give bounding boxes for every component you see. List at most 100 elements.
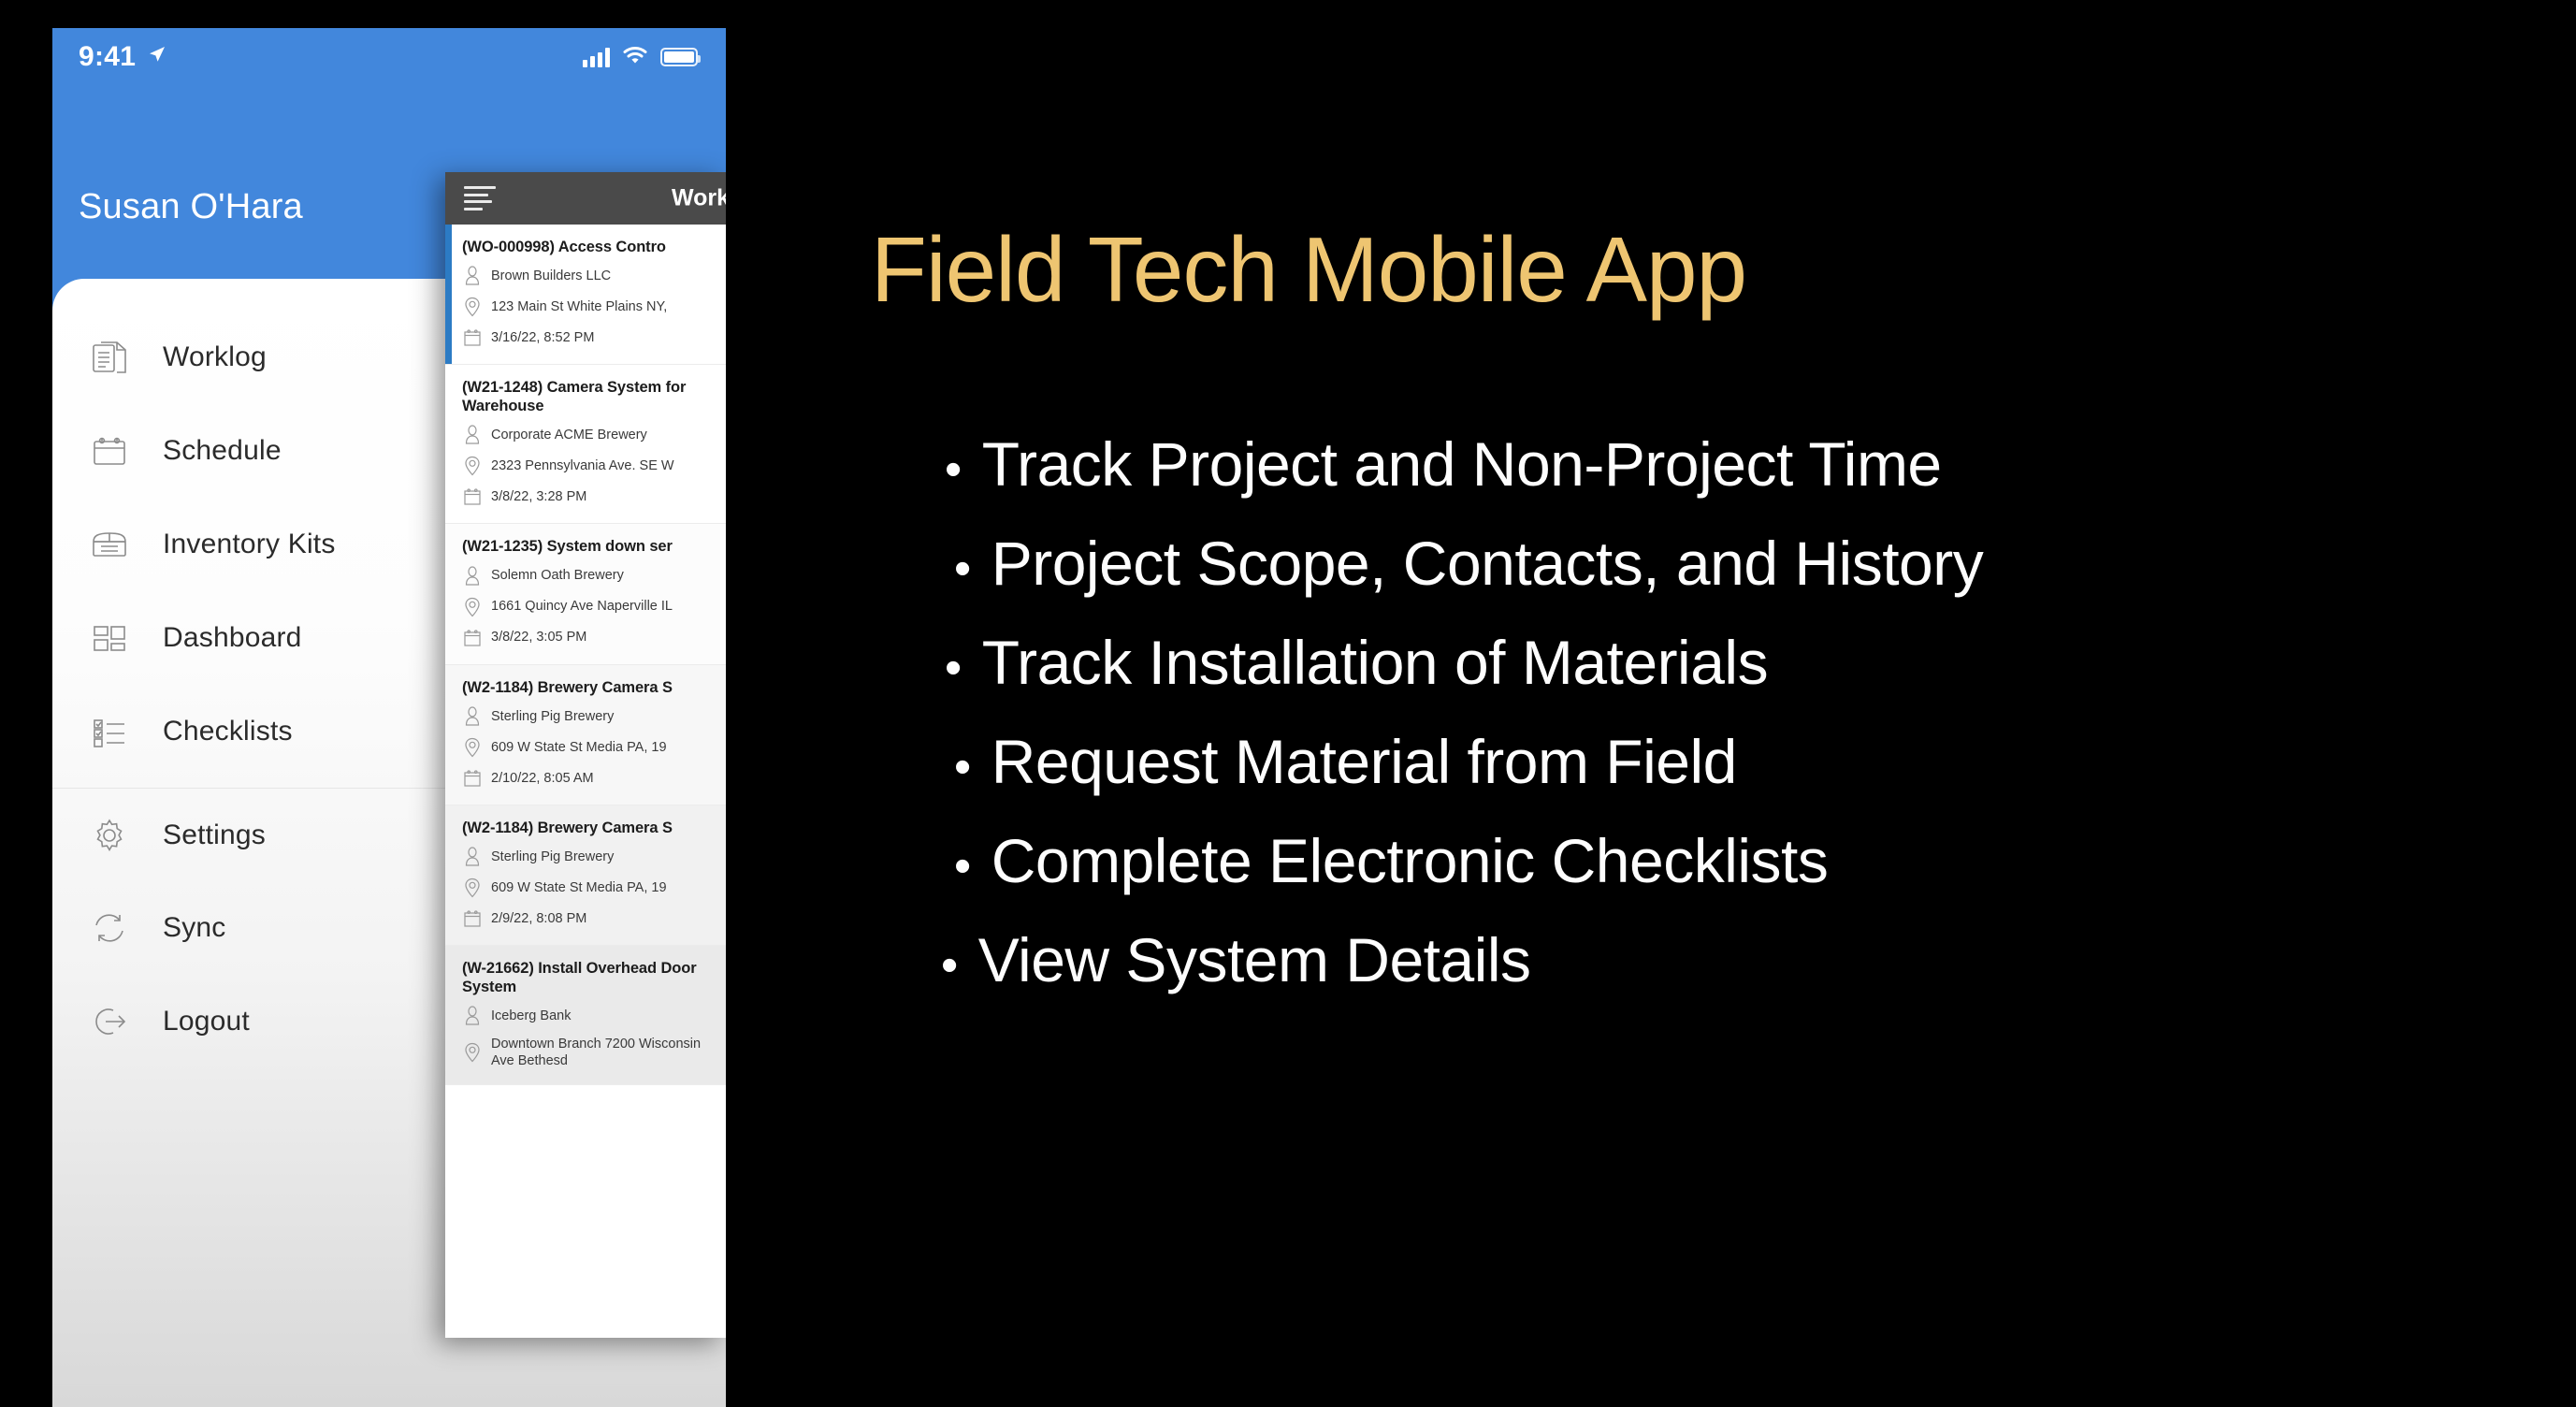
- table-row[interactable]: (W21-1235) System down ser Solemn Oath B…: [445, 524, 726, 665]
- map-pin-icon: [462, 596, 483, 618]
- status-bar-left: 9:41: [79, 41, 166, 73]
- work-order-name: (W2-1184) Brewery Camera S: [462, 819, 673, 836]
- sidebar-item-label: Worklog: [163, 341, 267, 372]
- bullet-marker-icon: •: [954, 839, 971, 893]
- calendar-icon: [462, 486, 483, 508]
- list-item-label: Project Scope, Contacts, and History: [991, 529, 1984, 598]
- gear-icon: [88, 814, 131, 857]
- person-icon: [462, 1005, 483, 1027]
- work-order-customer: Solemn Oath Brewery: [491, 568, 624, 584]
- work-order-name: (W21-1235) System down ser: [462, 538, 673, 556]
- work-order-address: 2323 Pennsylvania Ave. SE W: [491, 458, 674, 474]
- work-order-address: Downtown Branch 7200 Wisconsin Ave Bethe…: [491, 1037, 702, 1069]
- sidebar-item-label: Dashboard: [163, 622, 302, 653]
- work-order-address: 609 W State St Media PA, 19: [491, 879, 667, 895]
- map-pin-icon: [462, 736, 483, 759]
- status-bar-clock: 9:41: [79, 41, 137, 72]
- table-row[interactable]: (W-21662) Install Overhead Door System I…: [445, 945, 726, 1086]
- document-icon: [88, 336, 131, 379]
- work-order-address: 609 W State St Media PA, 19: [491, 739, 667, 755]
- table-row[interactable]: (W2-1184) Brewery Camera S Sterling Pig …: [445, 664, 726, 805]
- table-row[interactable]: (W2-1184) Brewery Camera S Sterling Pig …: [445, 805, 726, 946]
- logout-arrow-icon: [88, 1000, 131, 1043]
- list-item-label: Complete Electronic Checklists: [991, 826, 1829, 895]
- worklog-scroll-area[interactable]: (WO-000998) Access Contro Brown Builders…: [445, 225, 726, 1338]
- calendar-icon: [462, 907, 483, 930]
- work-order-name: (WO-000998) Access Contro: [462, 239, 666, 255]
- box-icon: [88, 523, 131, 566]
- person-icon: [462, 705, 483, 728]
- person-icon: [462, 424, 483, 446]
- work-order-date-row: 3/16/22, 8:52 PM: [462, 326, 716, 349]
- work-order-customer: Sterling Pig Brewery: [491, 708, 615, 724]
- calendar-icon: [462, 767, 483, 790]
- work-order-date: 2/9/22, 8:08 PM: [491, 910, 587, 926]
- list-item: • Request Material from Field: [954, 726, 1983, 797]
- work-order-date-row: 3/8/22, 3:28 PM: [462, 486, 716, 508]
- calendar-icon: [462, 627, 483, 649]
- work-order-customer: Corporate ACME Brewery: [491, 428, 647, 443]
- work-order-address: 1661 Quincy Ave Naperville IL: [491, 599, 673, 615]
- list-item: • Track Installation of Materials: [945, 627, 1983, 698]
- feature-bullet-list: • Track Project and Non-Project Time • P…: [913, 428, 1984, 1023]
- work-order-address: 123 Main St White Plains NY,: [491, 299, 668, 315]
- map-pin-icon: [462, 877, 483, 899]
- table-row[interactable]: (W21-1248) Camera System for Warehouse C…: [445, 365, 726, 525]
- sidebar-item-label: Settings: [163, 819, 266, 850]
- battery-icon: [660, 48, 701, 66]
- map-pin-icon: [462, 455, 483, 477]
- list-item: • Complete Electronic Checklists: [954, 825, 1983, 896]
- work-order-address-row: 609 W State St Media PA, 19: [462, 877, 716, 899]
- work-order-customer-row: Corporate ACME Brewery: [462, 424, 716, 446]
- work-order-customer-row: Solemn Oath Brewery: [462, 565, 716, 587]
- work-order-date-row: 3/8/22, 3:05 PM: [462, 627, 716, 649]
- work-order-name: (W2-1184) Brewery Camera S: [462, 678, 673, 696]
- bullet-marker-icon: •: [941, 938, 958, 993]
- bullet-marker-icon: •: [954, 542, 971, 596]
- work-order-address-row: 609 W State St Media PA, 19: [462, 736, 716, 759]
- dashboard-grid-icon: [88, 616, 131, 660]
- work-order-name: (W21-1248) Camera System for Warehouse: [462, 379, 687, 415]
- work-order-date-row: 2/10/22, 8:05 AM: [462, 767, 716, 790]
- work-order-address-row: Downtown Branch 7200 Wisconsin Ave Bethe…: [462, 1036, 716, 1069]
- work-order-date: 2/10/22, 8:05 AM: [491, 770, 594, 786]
- work-order-customer-row: Sterling Pig Brewery: [462, 846, 716, 868]
- sidebar-item-label: Sync: [163, 912, 226, 943]
- work-order-address-row: 123 Main St White Plains NY,: [462, 296, 716, 318]
- work-order-address-row: 2323 Pennsylvania Ave. SE W: [462, 455, 716, 477]
- cellular-signal-icon: [583, 47, 610, 67]
- sidebar-item-label: Inventory Kits: [163, 529, 336, 559]
- work-order-customer: Iceberg Bank: [491, 1008, 572, 1023]
- status-bar-right: [583, 46, 701, 69]
- page-title: Field Tech Mobile App: [871, 218, 1747, 321]
- list-item: • Project Scope, Contacts, and History: [954, 528, 1984, 599]
- drawer-user-name: Susan O'Hara: [79, 187, 303, 226]
- location-arrow-icon: [147, 45, 166, 69]
- work-order-name: (W-21662) Install Overhead Door System: [462, 959, 697, 995]
- bullet-marker-icon: •: [954, 740, 971, 794]
- table-row[interactable]: (WO-000998) Access Contro Brown Builders…: [445, 225, 726, 366]
- work-order-customer: Brown Builders LLC: [491, 268, 612, 284]
- worklog-list-panel: Work (WO-000998) Access Contro Brown Bui…: [445, 172, 726, 1338]
- hamburger-menu-icon[interactable]: [464, 186, 496, 210]
- calendar-icon: [88, 429, 131, 472]
- ios-status-bar: 9:41: [52, 28, 726, 86]
- list-item: • View System Details: [941, 924, 1983, 995]
- bullet-marker-icon: •: [945, 641, 962, 695]
- map-pin-icon: [462, 296, 483, 318]
- list-item-label: Request Material from Field: [991, 727, 1738, 796]
- worklog-app-bar: Work: [445, 172, 726, 225]
- sidebar-item-label: Checklists: [163, 716, 293, 747]
- list-item: • Track Project and Non-Project Time: [945, 428, 1983, 500]
- list-item-label: View System Details: [977, 925, 1531, 994]
- calendar-icon: [462, 326, 483, 349]
- person-icon: [462, 565, 483, 587]
- checklist-icon: [88, 710, 131, 753]
- sidebar-item-label: Logout: [163, 1006, 250, 1037]
- work-order-customer-row: Sterling Pig Brewery: [462, 705, 716, 728]
- work-order-date: 3/8/22, 3:28 PM: [491, 489, 587, 505]
- person-icon: [462, 846, 483, 868]
- work-order-date: 3/8/22, 3:05 PM: [491, 630, 587, 645]
- work-order-address-row: 1661 Quincy Ave Naperville IL: [462, 596, 716, 618]
- bullet-marker-icon: •: [945, 442, 962, 497]
